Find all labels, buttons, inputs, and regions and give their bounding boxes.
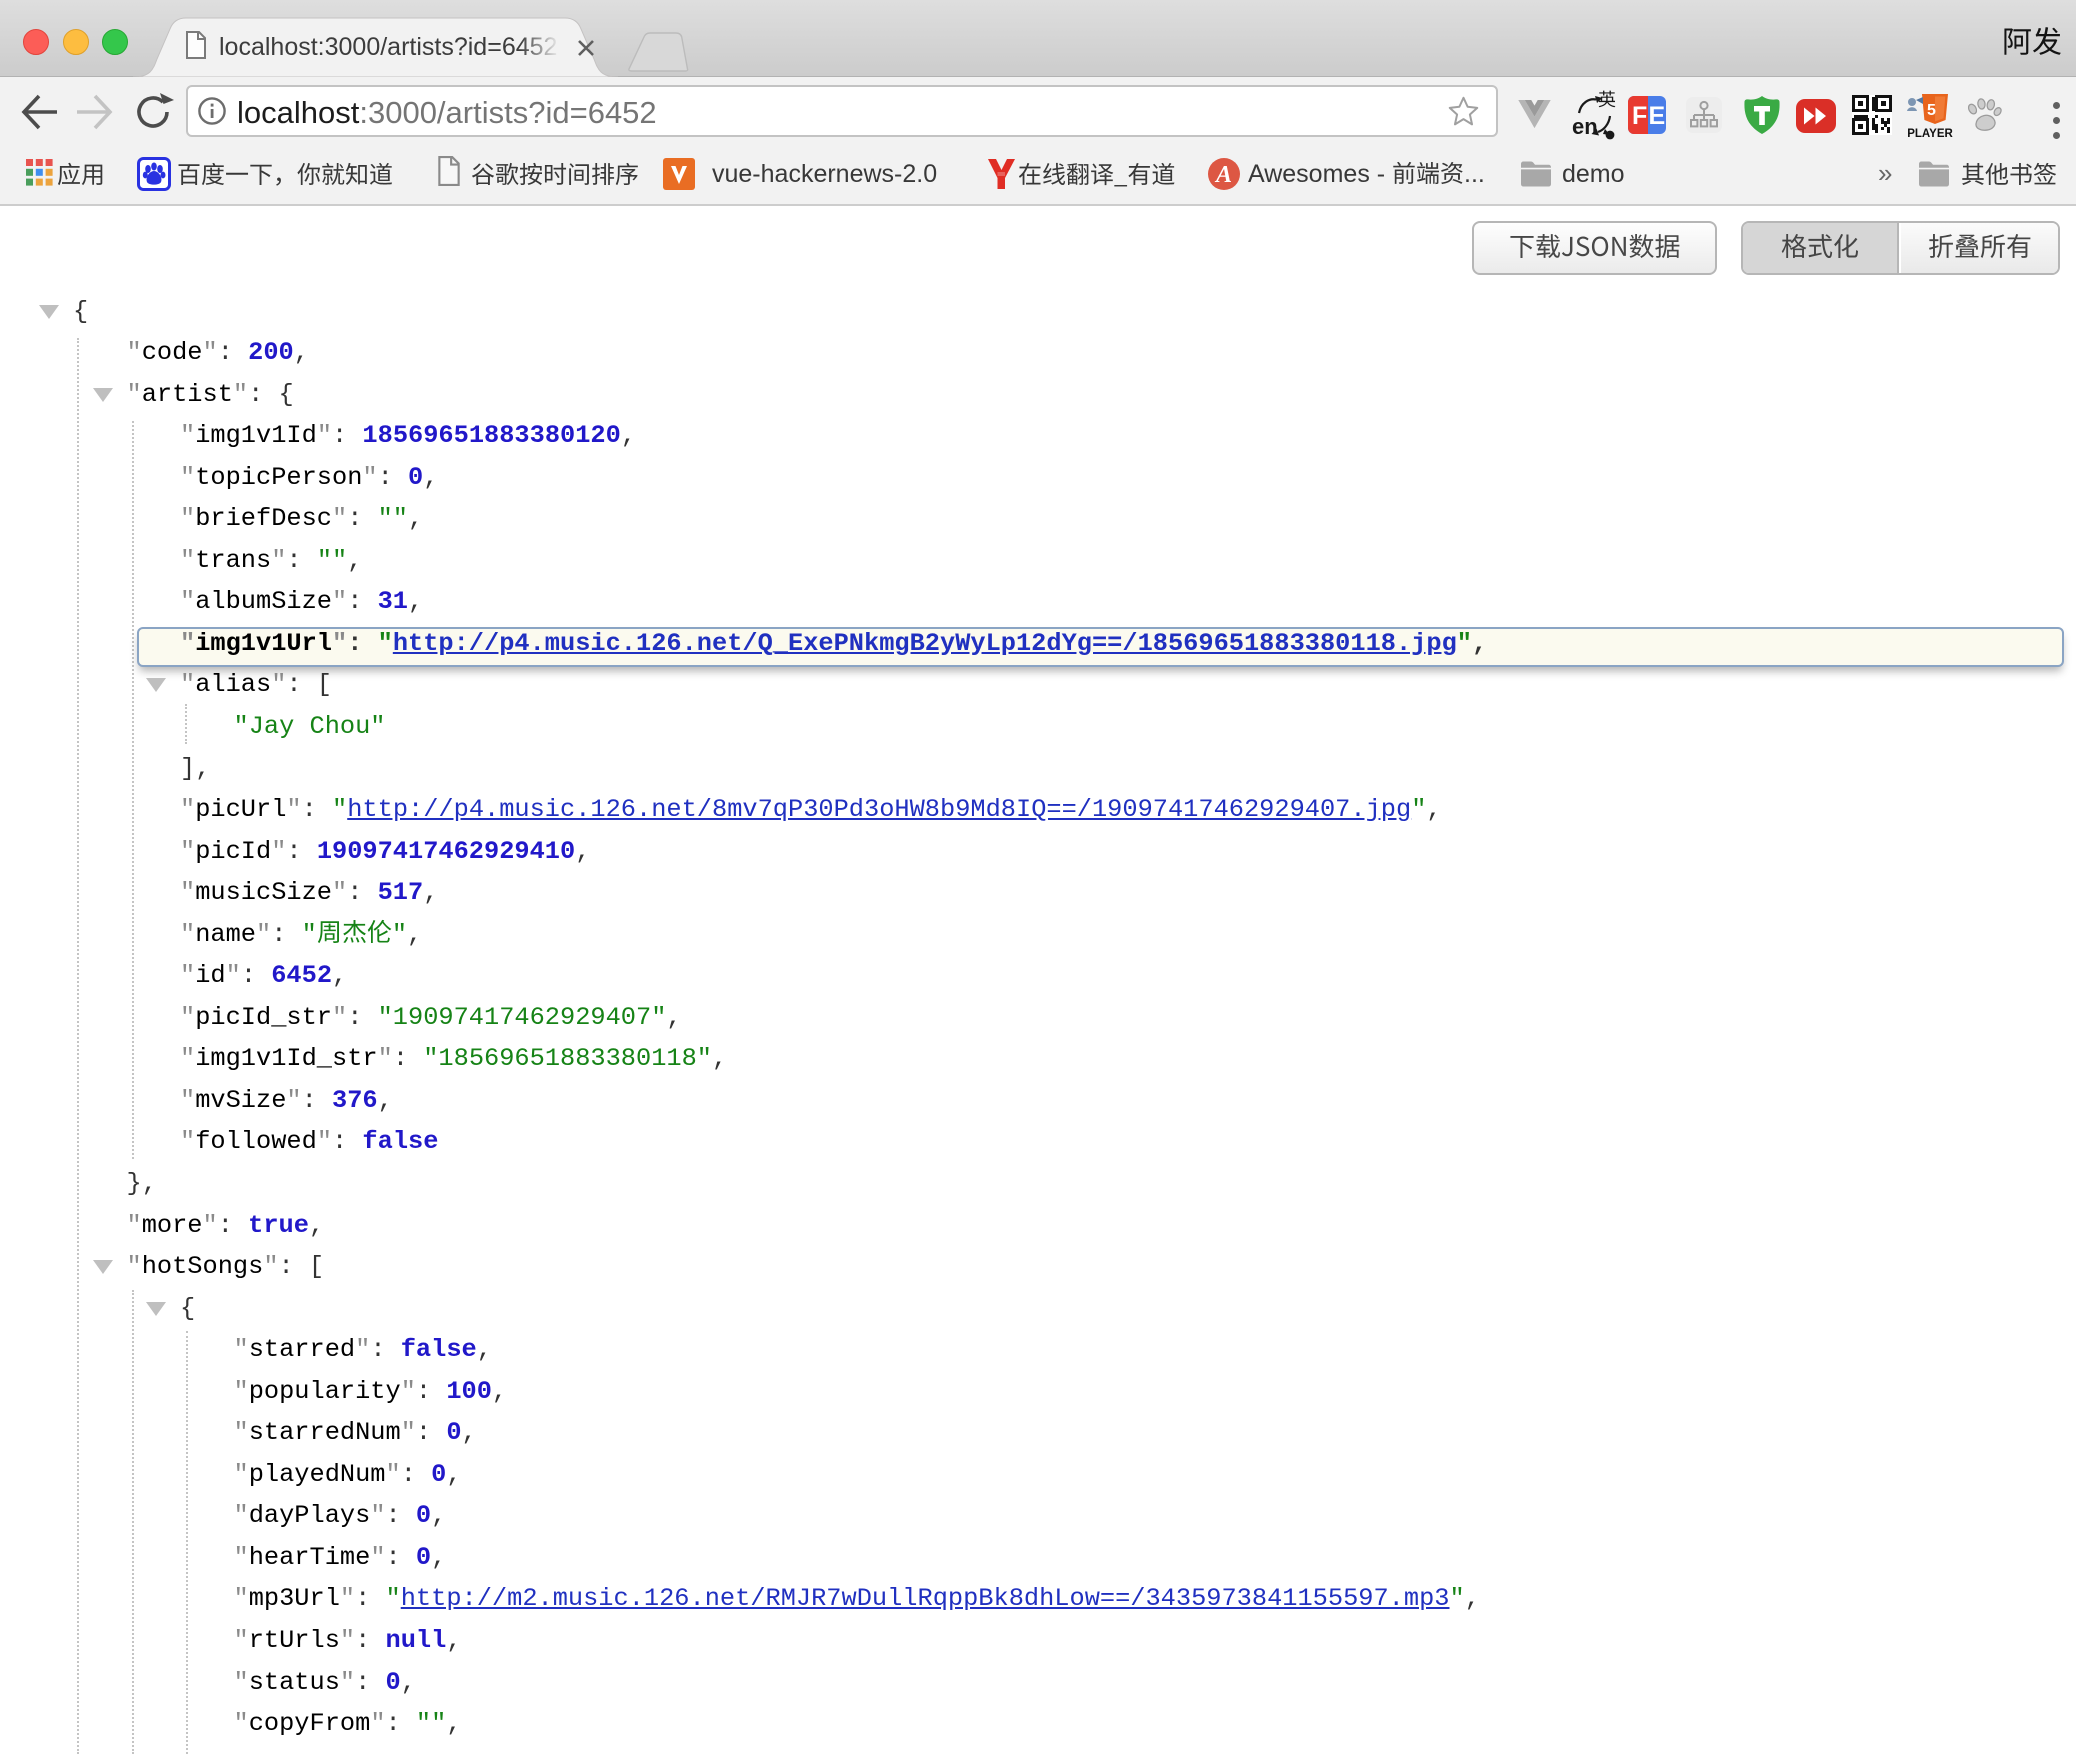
svg-text:F: F xyxy=(1632,102,1647,130)
svg-text:E: E xyxy=(1649,102,1666,130)
svg-text:5: 5 xyxy=(1927,102,1936,119)
svg-text:A: A xyxy=(1214,162,1232,188)
